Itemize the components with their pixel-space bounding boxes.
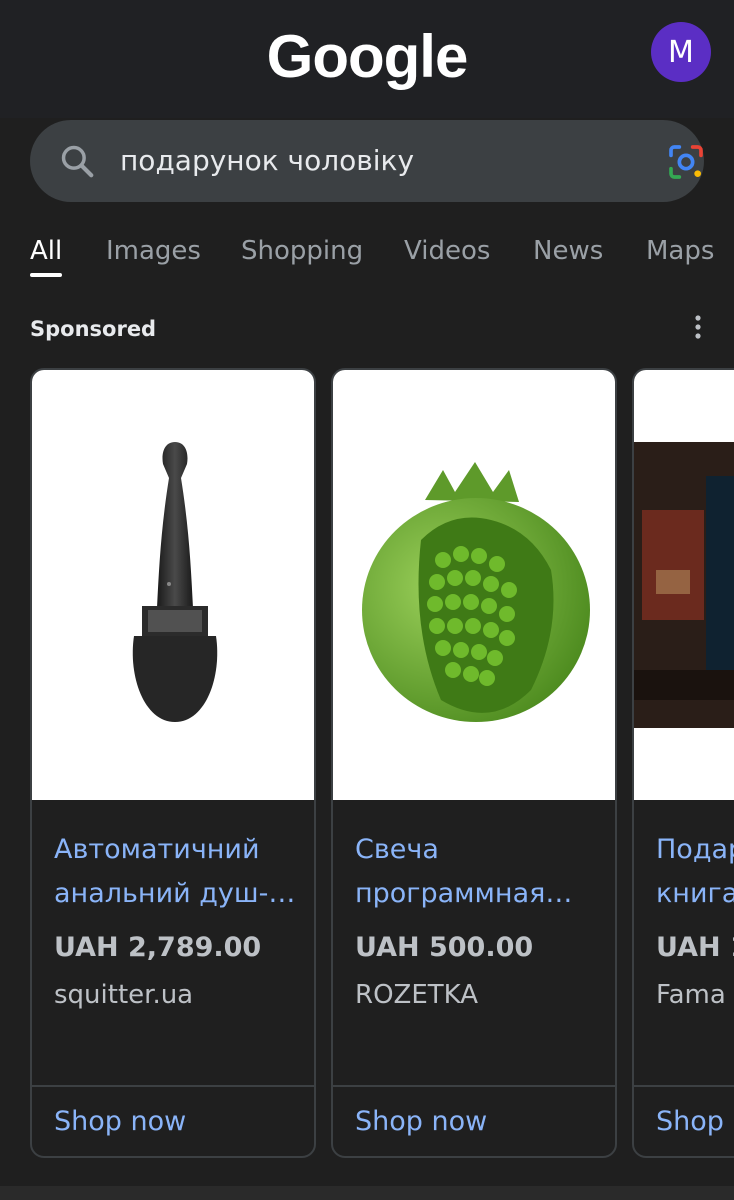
product-price: UAH 1 [656,932,734,963]
product-price: UAH 500.00 [355,932,534,963]
product-image-graphic [362,462,590,722]
card-divider [32,1085,314,1087]
product-store: Fama [656,980,726,1010]
more-vert-icon[interactable] [688,312,708,342]
bottom-bar [0,1186,734,1200]
product-title-line2[interactable]: анальний душ-… [54,872,304,916]
product-store: squitter.ua [54,980,194,1010]
shop-now-link[interactable]: Shop now [355,1106,487,1137]
product-title[interactable]: Свеча программная… [355,828,605,916]
google-search-page: Google M подарунок чоловіку All Images S… [0,0,734,1200]
google-lens-icon[interactable] [666,142,706,182]
product-title-line1[interactable]: Подар [656,828,734,872]
shop-now-link[interactable]: Shop [656,1106,724,1137]
google-logo[interactable]: Google [0,22,734,91]
shop-now-link[interactable]: Shop now [54,1106,186,1137]
search-icon[interactable] [58,142,96,180]
product-store: ROZETKA [355,980,479,1010]
sponsored-label: Sponsored [30,317,157,341]
product-card[interactable]: Свеча программная… UAH 500.00 ROZETKA Sh… [331,368,617,1158]
active-tab-indicator [30,273,62,277]
account-avatar[interactable]: M [651,22,711,82]
card-divider [634,1085,734,1087]
search-tabs: All Images Shopping Videos News Maps [0,222,734,292]
header: Google M [0,0,734,118]
search-bar[interactable]: подарунок чоловіку [30,120,704,202]
product-price: UAH 2,789.00 [54,932,262,963]
product-title-line1[interactable]: Автоматичний [54,828,304,872]
product-image[interactable] [32,370,314,800]
tab-maps[interactable]: Maps [646,236,714,266]
tab-shopping[interactable]: Shopping [241,236,363,266]
search-input[interactable]: подарунок чоловіку [120,144,414,177]
product-title[interactable]: Подар книга [656,828,734,916]
product-title[interactable]: Автоматичний анальний душ-… [54,828,304,916]
tab-images[interactable]: Images [106,236,201,266]
product-title-line2[interactable]: книга [656,872,734,916]
product-card[interactable]: Подар книга UAH 1 Fama Shop [632,368,734,1158]
product-title-line2[interactable]: программная… [355,872,605,916]
product-image-graphic [634,442,734,728]
product-image[interactable] [333,370,615,800]
card-divider [333,1085,615,1087]
product-title-line1[interactable]: Свеча [355,828,605,872]
product-image-graphic [132,442,218,722]
tab-videos[interactable]: Videos [404,236,490,266]
product-image[interactable] [634,370,734,800]
product-card[interactable]: Автоматичний анальний душ-… UAH 2,789.00… [30,368,316,1158]
tab-news[interactable]: News [533,236,603,266]
tab-all[interactable]: All [30,236,62,266]
